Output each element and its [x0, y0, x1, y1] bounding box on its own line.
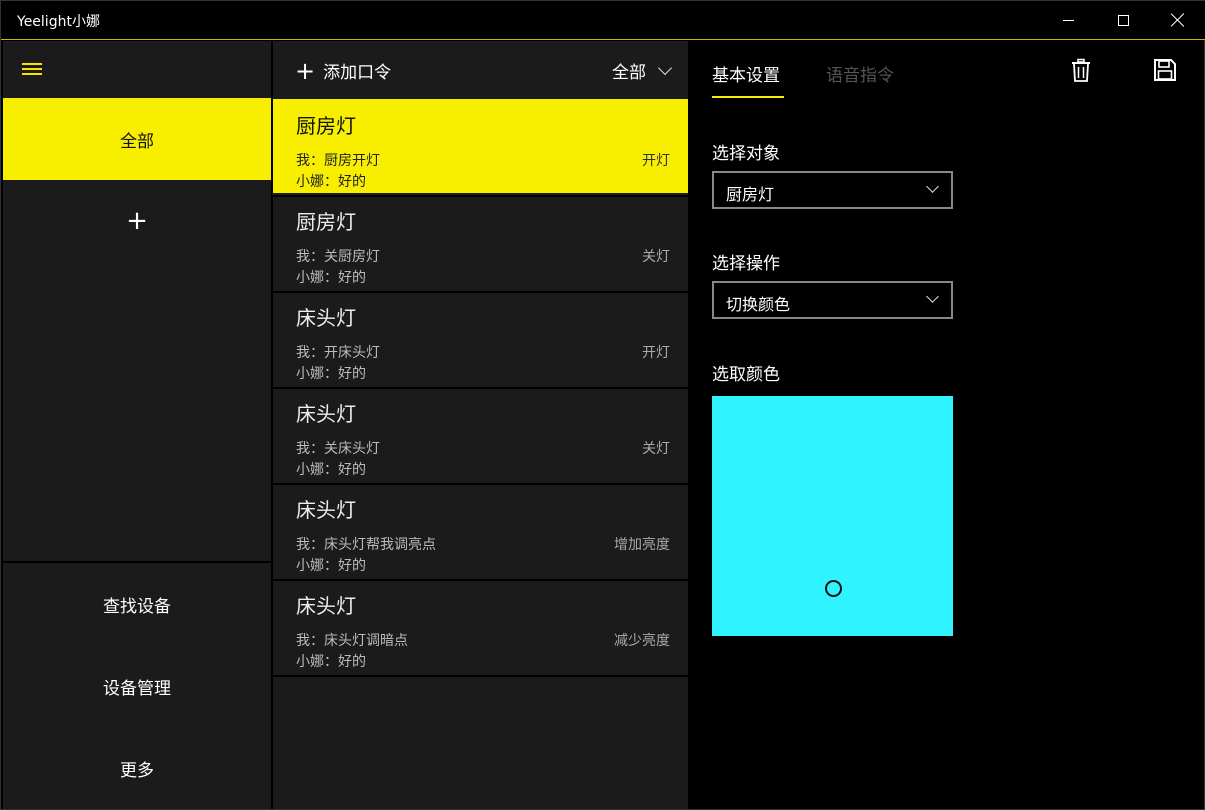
item-action: 关灯 — [642, 441, 670, 457]
operation-value: 切换颜色 — [726, 295, 791, 314]
item-device: 厨房灯 — [296, 114, 356, 138]
item-reply: 小娜：好的 — [296, 558, 366, 574]
sidebar-item-device-management[interactable]: 设备管理 — [3, 656, 271, 716]
item-action: 增加亮度 — [614, 537, 670, 553]
item-device: 床头灯 — [296, 402, 356, 426]
filter-label: 全部 — [612, 63, 646, 83]
app-window: Yeelight小娜 全部 + 查找设备 设备管理 更多 + 添加口令 全部 厨… — [0, 0, 1205, 810]
minimize-icon — [1062, 19, 1074, 21]
item-device: 厨房灯 — [296, 210, 356, 234]
item-action: 开灯 — [642, 153, 670, 169]
add-command-button[interactable]: + 添加口令 — [295, 56, 392, 85]
title-bar: Yeelight小娜 — [1, 1, 1205, 40]
chevron-down-icon — [657, 60, 673, 75]
item-user-phrase: 我：床头灯调暗点 — [296, 633, 408, 649]
color-label: 选取颜色 — [712, 365, 780, 385]
list-item[interactable]: 床头灯 我：关床头灯 小娜：好的 关灯 — [273, 387, 688, 481]
list-item[interactable]: 床头灯 我：床头灯帮我调亮点 小娜：好的 增加亮度 — [273, 483, 688, 577]
list-item[interactable]: 床头灯 我：开床头灯 小娜：好的 开灯 — [273, 291, 688, 385]
hamburger-icon[interactable] — [22, 63, 44, 77]
item-action: 开灯 — [642, 345, 670, 361]
target-value: 厨房灯 — [726, 185, 775, 204]
command-list: 厨房灯 我：厨房开灯 小娜：好的 开灯 厨房灯 我：关厨房灯 小娜：好的 关灯 … — [273, 99, 688, 677]
close-button[interactable] — [1150, 1, 1205, 39]
save-icon[interactable] — [1153, 58, 1177, 82]
trash-icon[interactable] — [1069, 58, 1093, 82]
item-user-phrase: 我：关床头灯 — [296, 441, 380, 457]
item-device: 床头灯 — [296, 498, 356, 522]
active-tab-indicator — [712, 96, 784, 98]
item-reply: 小娜：好的 — [296, 366, 366, 382]
chevron-down-icon — [926, 290, 939, 303]
operation-select[interactable]: 切换颜色 — [712, 281, 953, 319]
tab-voice-commands[interactable]: 语音指令 — [826, 61, 894, 86]
tab-basic-settings[interactable]: 基本设置 — [712, 61, 780, 86]
minimize-button[interactable] — [1040, 1, 1096, 39]
item-device: 床头灯 — [296, 306, 356, 330]
add-group-button[interactable]: + — [3, 191, 271, 251]
operation-label: 选择操作 — [712, 254, 780, 274]
list-item[interactable]: 床头灯 我：床头灯调暗点 小娜：好的 减少亮度 — [273, 579, 688, 673]
command-list-pane: + 添加口令 全部 厨房灯 我：厨房开灯 小娜：好的 开灯 厨房灯 我：关厨房灯… — [273, 41, 688, 809]
sidebar-item-all[interactable]: 全部 — [3, 98, 271, 180]
color-picker[interactable] — [712, 396, 953, 636]
item-action: 减少亮度 — [614, 633, 670, 649]
list-item[interactable]: 厨房灯 我：厨房开灯 小娜：好的 开灯 — [273, 99, 688, 193]
sidebar: 全部 + 查找设备 设备管理 更多 — [3, 41, 271, 809]
detail-pane: 基本设置 语音指令 选择对象 厨房灯 选择操作 切换颜色 选取颜色 — [689, 41, 1204, 809]
item-user-phrase: 我：厨房开灯 — [296, 153, 380, 169]
item-reply: 小娜：好的 — [296, 462, 366, 478]
item-user-phrase: 我：关厨房灯 — [296, 249, 380, 265]
target-select[interactable]: 厨房灯 — [712, 171, 953, 209]
list-header: + 添加口令 全部 — [273, 41, 688, 99]
item-action: 关灯 — [642, 249, 670, 265]
item-reply: 小娜：好的 — [296, 654, 366, 670]
target-label: 选择对象 — [712, 144, 780, 164]
list-item[interactable]: 厨房灯 我：关厨房灯 小娜：好的 关灯 — [273, 195, 688, 289]
item-device: 床头灯 — [296, 594, 356, 618]
item-user-phrase: 我：床头灯帮我调亮点 — [296, 537, 436, 553]
list-end-divider — [273, 675, 688, 677]
item-reply: 小娜：好的 — [296, 174, 366, 190]
item-user-phrase: 我：开床头灯 — [296, 345, 380, 361]
item-reply: 小娜：好的 — [296, 270, 366, 286]
close-icon — [1171, 13, 1185, 27]
add-command-label: 添加口令 — [323, 63, 392, 83]
plus-icon: + — [295, 56, 316, 85]
sidebar-item-more[interactable]: 更多 — [3, 738, 271, 798]
sidebar-divider — [3, 561, 271, 563]
sidebar-item-find-device[interactable]: 查找设备 — [3, 574, 271, 634]
maximize-icon — [1117, 14, 1129, 26]
color-picker-handle[interactable] — [825, 580, 842, 597]
chevron-down-icon — [926, 180, 939, 193]
maximize-button[interactable] — [1095, 1, 1151, 39]
window-title: Yeelight小娜 — [17, 14, 100, 30]
filter-dropdown[interactable]: 全部 — [612, 58, 673, 83]
